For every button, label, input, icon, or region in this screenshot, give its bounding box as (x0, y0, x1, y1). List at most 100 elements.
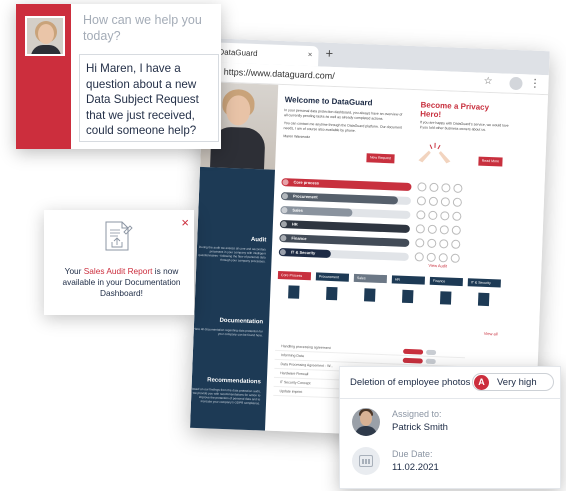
priority-label: Very high (497, 377, 537, 388)
status-check-icon[interactable] (439, 239, 449, 249)
document-upload-icon (105, 221, 133, 251)
process-label: IT & Security (290, 249, 316, 256)
task-card-header: Deletion of employee photos A Very high (340, 367, 560, 399)
document-icon[interactable] (439, 291, 452, 305)
welcome-signature: Maren Warsewitz (283, 134, 311, 140)
audit-report-message: Your Sales Audit Report is now available… (54, 266, 189, 299)
doc-tab[interactable]: IT & Security (467, 278, 501, 288)
calendar-icon (352, 447, 380, 475)
status-check-icon[interactable] (417, 182, 427, 192)
status-check-icon[interactable] (429, 182, 439, 193)
status-check-icon[interactable] (414, 252, 424, 262)
welcome-text: You can contact me anytime through the D… (283, 121, 403, 133)
priority-badge[interactable]: A Very high (472, 373, 554, 391)
status-check-icon[interactable] (453, 183, 463, 193)
process-progress-bar: Finance (279, 234, 410, 247)
process-list: Core process Procurement Sales HR Finance IT … (278, 177, 511, 270)
status-check-icon[interactable] (426, 252, 436, 263)
process-progress-fill (280, 206, 353, 217)
chat-message-field[interactable]: Hi Maren, I have a question about a new … (79, 54, 219, 142)
task-row-label: Handling processing agreement (281, 344, 331, 351)
task-row-label: Informing Data (280, 353, 304, 359)
audit-section-text: During the audit we assess all core and … (198, 244, 267, 264)
status-check-icon[interactable] (427, 238, 437, 249)
status-check-icon[interactable] (439, 225, 449, 235)
privacy-hero-block: Become a Privacy Hero! If you are happy … (420, 100, 511, 133)
assignee-name: Patrick Smith (392, 422, 448, 433)
status-check-icon[interactable] (452, 211, 462, 221)
priority-letter: A (474, 375, 489, 390)
privacy-hero-title: Become a Privacy Hero! (420, 100, 490, 120)
priority-tag (403, 348, 424, 355)
status-check-icon[interactable] (450, 253, 460, 263)
welcome-block: Welcome to DataGuard In your personal da… (283, 95, 405, 147)
document-icon[interactable] (288, 285, 300, 299)
recommendations-section-title: Recommendations (207, 377, 261, 386)
process-progress-bar: Procurement (280, 192, 412, 206)
status-check-icon[interactable] (452, 197, 463, 207)
process-label: Finance (291, 235, 307, 242)
process-label: Procurement (292, 193, 318, 200)
status-check-icon[interactable] (416, 210, 426, 220)
doc-tab[interactable]: Core Process (277, 270, 312, 281)
status-tag (425, 358, 436, 365)
message-text: Your (64, 266, 84, 276)
process-label: HR (291, 221, 298, 227)
status-tag (426, 349, 437, 356)
due-date-label: Due Date: (392, 449, 433, 459)
process-progress-bar: Sales (280, 206, 411, 220)
document-icon[interactable] (326, 286, 338, 301)
view-audit-link[interactable]: View Audit (428, 263, 447, 269)
status-check-icon[interactable] (415, 238, 425, 248)
status-check-icon[interactable] (416, 196, 427, 206)
url-text[interactable]: https://www.dataguard.com/ (224, 67, 335, 81)
task-row-label: Hardware Firewall (280, 371, 309, 377)
due-date-value: 11.02.2021 (392, 462, 439, 473)
documentation-section-title: Documentation (219, 317, 264, 326)
status-check-icon[interactable] (415, 224, 425, 234)
process-label: Sales (292, 207, 304, 213)
document-icon[interactable] (364, 288, 376, 302)
status-check-icon[interactable] (438, 253, 448, 263)
process-label: Core process (293, 179, 320, 186)
chat-prompt: How can we help you today? (83, 13, 202, 43)
status-check-icon[interactable] (428, 210, 438, 221)
status-check-icon[interactable] (440, 211, 450, 221)
read-more-button[interactable]: Read More (478, 156, 503, 167)
assignee-avatar (352, 408, 380, 436)
privacy-hero-text: If you are happy with DataGuard's servic… (419, 120, 509, 132)
profile-avatar-icon[interactable] (509, 76, 523, 91)
status-check-icon[interactable] (428, 196, 439, 207)
bookmark-star-icon[interactable]: ☆ (483, 76, 492, 87)
doc-tab[interactable]: Procurement (315, 272, 350, 282)
audit-report-notification: × Your Sales Audit Report is now availab… (44, 210, 194, 315)
status-check-icon[interactable] (427, 224, 437, 235)
new-request-button[interactable]: New Request (366, 153, 395, 164)
close-icon[interactable]: × (181, 216, 189, 229)
priority-tag (402, 357, 423, 364)
new-tab-button[interactable]: + (325, 46, 333, 61)
welcome-title: Welcome to DataGuard (284, 95, 373, 108)
document-icon[interactable] (401, 289, 414, 304)
doc-tab[interactable]: HR (391, 275, 426, 285)
high-five-illustration (418, 142, 451, 164)
tab-title: DataGuard (218, 47, 258, 59)
doc-tab[interactable]: Finance (429, 276, 463, 287)
view-all-link[interactable]: View all (484, 331, 498, 337)
sales-audit-report-link[interactable]: Sales Audit Report (84, 266, 153, 276)
browser-menu-icon[interactable]: ⋮ (529, 76, 540, 89)
doc-tab[interactable]: Sales (353, 273, 388, 284)
process-progress-bar: HR (279, 220, 410, 234)
status-check-icon[interactable] (451, 239, 461, 249)
status-check-icon[interactable] (440, 197, 451, 207)
chat-widget: How can we help you today? Hi Maren, I h… (16, 4, 221, 149)
status-check-icon[interactable] (451, 225, 461, 235)
status-check-icon[interactable] (441, 183, 451, 193)
documentation-tabs: Core Process Procurement Sales HR Finance IT … (277, 270, 506, 318)
task-card[interactable]: Deletion of employee photos A Very high … (339, 366, 561, 489)
task-row-label: Update imprint (279, 389, 303, 394)
task-row-label: Data Processing Agreement - W... (280, 362, 334, 369)
document-icon[interactable] (477, 292, 490, 307)
task-title: Deletion of employee photos (350, 377, 471, 388)
close-icon[interactable]: × (308, 50, 313, 59)
